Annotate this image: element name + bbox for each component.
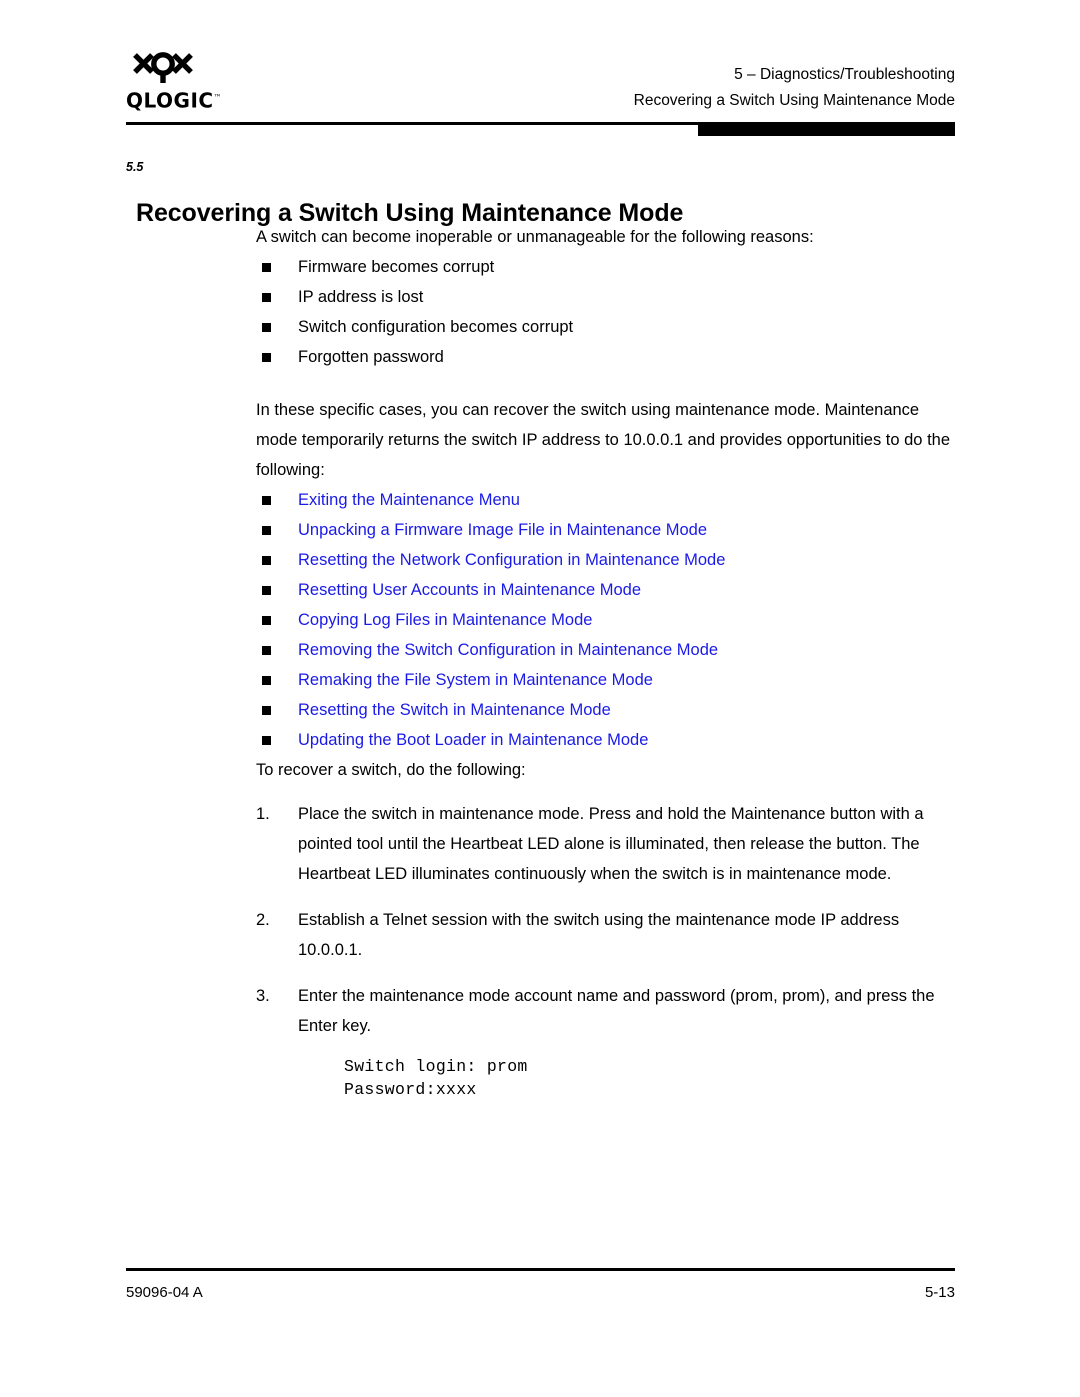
list-item-label: Switch configuration becomes corrupt — [298, 318, 574, 336]
header-chapter: 5 – Diagnostics/Troubleshooting — [734, 66, 955, 83]
cross-reference-link[interactable]: Resetting the Network Configuration in M… — [298, 551, 725, 569]
list-item: Resetting User Accounts in Maintenance M… — [256, 575, 956, 605]
square-bullet-icon — [262, 496, 271, 505]
list-item: Resetting the Network Configuration in M… — [256, 545, 956, 575]
qlogic-symbol-icon — [133, 52, 193, 83]
qlogic-logo: QLOGIC™ — [126, 52, 246, 112]
cross-reference-link[interactable]: Unpacking a Firmware Image File in Maint… — [298, 521, 707, 539]
cross-reference-link[interactable]: Copying Log Files in Maintenance Mode — [298, 611, 592, 629]
square-bullet-icon — [262, 323, 271, 332]
recovery-steps-list: 1. Place the switch in maintenance mode.… — [256, 799, 956, 1041]
list-item-label: Firmware becomes corrupt — [298, 258, 495, 276]
square-bullet-icon — [262, 526, 271, 535]
cross-reference-link[interactable]: Resetting User Accounts in Maintenance M… — [298, 581, 641, 599]
document-page: QLOGIC™ 5 – Diagnostics/Troubleshooting … — [0, 0, 1080, 1397]
square-bullet-icon — [262, 616, 271, 625]
reasons-list: Firmware becomes corrupt IP address is l… — [256, 252, 956, 372]
intro-paragraph: A switch can become inoperable or unmana… — [256, 228, 814, 246]
square-bullet-icon — [262, 706, 271, 715]
square-bullet-icon — [262, 676, 271, 685]
step-number: 3. — [256, 987, 270, 1005]
cross-reference-link[interactable]: Remaking the File System in Maintenance … — [298, 671, 653, 689]
square-bullet-icon — [262, 353, 271, 362]
step-text: Establish a Telnet session with the swit… — [298, 911, 900, 959]
list-item: Unpacking a Firmware Image File in Maint… — [256, 515, 956, 545]
list-item: Firmware becomes corrupt — [256, 252, 956, 282]
list-item: Copying Log Files in Maintenance Mode — [256, 605, 956, 635]
list-item: Removing the Switch Configuration in Mai… — [256, 635, 956, 665]
list-item: Resetting the Switch in Maintenance Mode — [256, 695, 956, 725]
list-item: 3. Enter the maintenance mode account na… — [256, 981, 956, 1041]
list-item-label: Forgotten password — [298, 348, 444, 366]
header-running-title: 5 – Diagnostics/Troubleshooting Recoveri… — [634, 62, 955, 114]
trademark-symbol: ™ — [213, 93, 223, 102]
list-item: 2. Establish a Telnet session with the s… — [256, 905, 956, 965]
square-bullet-icon — [262, 293, 271, 302]
list-item: Switch configuration becomes corrupt — [256, 312, 956, 342]
header-accent-block — [698, 125, 955, 136]
step-text: Place the switch in maintenance mode. Pr… — [298, 805, 924, 883]
footer-document-id: 59096-04 A — [126, 1284, 203, 1301]
cross-reference-link[interactable]: Resetting the Switch in Maintenance Mode — [298, 701, 611, 719]
step-number: 2. — [256, 911, 270, 929]
section-number: 5.5 — [126, 160, 144, 174]
page-header: QLOGIC™ 5 – Diagnostics/Troubleshooting … — [126, 52, 955, 122]
header-section: Recovering a Switch Using Maintenance Mo… — [633, 92, 955, 109]
step-number: 1. — [256, 805, 270, 823]
cross-reference-list: Exiting the Maintenance Menu Unpacking a… — [256, 485, 956, 755]
page-body: A switch can become inoperable or unmana… — [256, 222, 956, 1101]
cross-reference-link[interactable]: Removing the Switch Configuration in Mai… — [298, 641, 718, 659]
list-item: 1. Place the switch in maintenance mode.… — [256, 799, 956, 889]
list-item-label: IP address is lost — [298, 288, 424, 306]
square-bullet-icon — [262, 736, 271, 745]
list-item: Forgotten password — [256, 342, 956, 372]
square-bullet-icon — [262, 646, 271, 655]
cross-reference-link[interactable]: Updating the Boot Loader in Maintenance … — [298, 731, 648, 749]
qlogic-wordmark: QLOGIC™ — [126, 88, 223, 113]
footer-rule — [126, 1268, 955, 1271]
explanation-paragraph: In these specific cases, you can recover… — [256, 401, 951, 479]
list-item: Updating the Boot Loader in Maintenance … — [256, 725, 956, 755]
list-item: Exiting the Maintenance Menu — [256, 485, 956, 515]
cross-reference-link[interactable]: Exiting the Maintenance Menu — [298, 491, 520, 509]
square-bullet-icon — [262, 556, 271, 565]
square-bullet-icon — [262, 263, 271, 272]
terminal-code-block: Switch login: prom Password:xxxx — [344, 1057, 528, 1099]
list-item: Remaking the File System in Maintenance … — [256, 665, 956, 695]
list-item: IP address is lost — [256, 282, 956, 312]
square-bullet-icon — [262, 586, 271, 595]
steps-lead-paragraph: To recover a switch, do the following: — [256, 761, 526, 779]
step-text: Enter the maintenance mode account name … — [298, 987, 935, 1035]
footer-page-number: 5-13 — [924, 1284, 955, 1301]
